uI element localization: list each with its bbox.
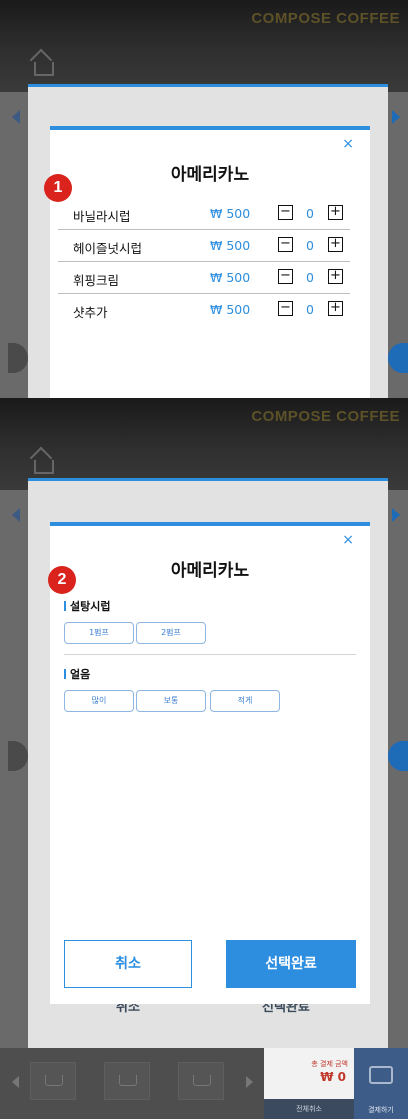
select-complete-button[interactable]: 선택완료 xyxy=(226,940,356,988)
quantity-value: 0 xyxy=(306,270,314,285)
next-category-arrow-icon[interactable] xyxy=(392,110,400,124)
header: COMPOSE COFFEE xyxy=(0,398,408,490)
option-modal: × 아메리카노 1 바닐라시럽 ₩ 500 − 0 + 헤이즐넛시럽 ₩ 500… xyxy=(44,126,370,398)
cart-prev-arrow-icon[interactable] xyxy=(12,1076,19,1088)
step-badge: 2 xyxy=(48,566,76,594)
cart-next-arrow-icon[interactable] xyxy=(246,1076,253,1088)
modal-title: 아메리카노 xyxy=(170,561,250,581)
header: COMPOSE COFFEE xyxy=(0,0,408,92)
option-label: 바닐라시럽 xyxy=(73,209,131,224)
cancel-all-button[interactable]: 전체취소 xyxy=(264,1099,354,1119)
option-sugar-1-pump[interactable]: 1펌프 xyxy=(64,622,134,644)
option-price: ₩ 500 xyxy=(210,206,251,221)
quantity-value: 0 xyxy=(306,302,314,317)
option-row: 샷추가 ₩ 500 − 0 + xyxy=(58,294,350,325)
option-price: ₩ 500 xyxy=(210,238,251,253)
minus-button[interactable]: − xyxy=(278,301,293,316)
option-ice-normal[interactable]: 보통 xyxy=(136,690,206,712)
total-value: ₩ 0 xyxy=(320,1070,346,1084)
option-sugar-2-pump[interactable]: 2펌프 xyxy=(136,622,206,644)
cancel-button[interactable]: 취소 xyxy=(64,940,192,988)
plus-button[interactable]: + xyxy=(328,269,343,284)
option-ice-much[interactable]: 많이 xyxy=(64,690,134,712)
prev-category-arrow-icon[interactable] xyxy=(12,110,20,124)
home-icon[interactable] xyxy=(34,460,54,474)
modal-title: 아메리카노 xyxy=(170,165,250,185)
cart-slot[interactable] xyxy=(104,1062,150,1100)
close-icon[interactable]: × xyxy=(342,136,354,152)
close-icon[interactable]: × xyxy=(342,532,354,548)
plus-button[interactable]: + xyxy=(328,237,343,252)
minus-button[interactable]: − xyxy=(278,205,293,220)
next-category-arrow-icon[interactable] xyxy=(392,508,400,522)
footer-bar: 총 결제 금액 ₩ 0 전체취소 결제하기 xyxy=(0,1048,408,1119)
plus-button[interactable]: + xyxy=(328,205,343,220)
section-divider xyxy=(64,654,356,655)
basket-icon xyxy=(193,1075,211,1086)
option-label: 샷추가 xyxy=(73,305,108,320)
option-ice-less[interactable]: 적게 xyxy=(210,690,280,712)
option-row: 헤이즐넛시럽 ₩ 500 − 0 + xyxy=(58,230,350,262)
basket-icon xyxy=(45,1075,63,1086)
pay-label: 결제하기 xyxy=(368,1106,394,1114)
plus-button[interactable]: + xyxy=(328,301,343,316)
wallet-icon xyxy=(369,1066,393,1084)
cart-slot[interactable] xyxy=(30,1062,76,1100)
pay-button[interactable]: 결제하기 xyxy=(354,1048,408,1119)
basket-icon xyxy=(119,1075,137,1086)
option-modal: × 아메리카노 2 설탕시럽 1펌프 2펌프 얼음 많이 보통 적게 취소 선택… xyxy=(48,522,370,1004)
option-price: ₩ 500 xyxy=(210,302,251,317)
option-label: 헤이즐넛시럽 xyxy=(73,241,143,256)
section-title-ice: 얼음 xyxy=(64,666,90,682)
minus-button[interactable]: − xyxy=(278,269,293,284)
quantity-value: 0 xyxy=(306,238,314,253)
brand-logo: COMPOSE COFFEE xyxy=(251,408,400,425)
option-row: 바닐라시럽 ₩ 500 − 0 + xyxy=(58,198,350,230)
prev-category-arrow-icon[interactable] xyxy=(12,508,20,522)
quantity-value: 0 xyxy=(306,206,314,221)
option-row: 휘핑크림 ₩ 500 − 0 + xyxy=(58,262,350,294)
cart-slot[interactable] xyxy=(178,1062,224,1100)
minus-button[interactable]: − xyxy=(278,237,293,252)
home-icon[interactable] xyxy=(34,62,54,76)
screen-panel-1: COMPOSE COFFEE × 아메리카노 1 바닐라시럽 ₩ 500 − 0… xyxy=(0,0,408,398)
total-box: 총 결제 금액 ₩ 0 전체취소 xyxy=(264,1048,354,1119)
screen-panel-2: COMPOSE COFFEE 취소 선택완료 × 아메리카노 2 설탕시럽 1펌… xyxy=(0,398,408,1119)
option-label: 휘핑크림 xyxy=(73,273,120,288)
section-title-sugar-syrup: 설탕시럽 xyxy=(64,598,110,614)
brand-logo: COMPOSE COFFEE xyxy=(251,10,400,27)
option-price: ₩ 500 xyxy=(210,270,251,285)
total-label: 총 결제 금액 xyxy=(311,1060,348,1068)
